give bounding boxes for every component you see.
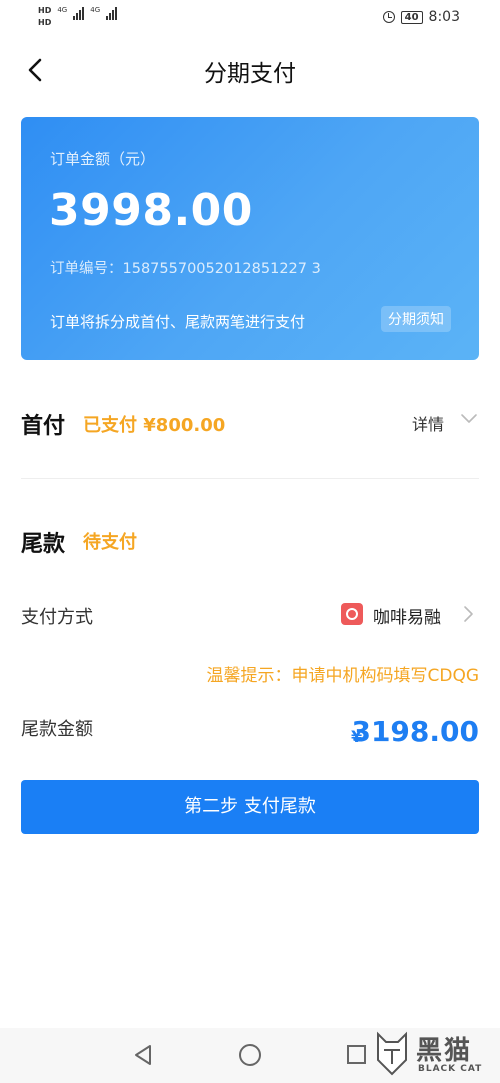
final-payment-title: 尾款 [21, 532, 66, 557]
signal-icon-1 [73, 6, 85, 20]
network-indicators: HD HD 4G 4G [38, 6, 118, 27]
divider [21, 478, 479, 479]
hd-badge-1: HD [38, 6, 52, 15]
page-title: 分期支付 [204, 61, 296, 87]
chevron-down-icon[interactable] [460, 409, 478, 427]
warm-tip: 温馨提示：申请中机构码填写CDQG [206, 666, 479, 686]
signal-icon-2 [106, 6, 118, 20]
status-bar: HD HD 4G 4G 40 8:03 [0, 0, 500, 36]
payment-method-label: 支付方式 [21, 607, 93, 628]
down-payment-status: 已支付 ¥800.00 [83, 415, 226, 436]
black-cat-watermark: 黑猫 BLACK CAT [372, 1028, 496, 1083]
order-number: 订单编号：15875570052012851227 3 [50, 261, 321, 277]
network-type-1: 4G [57, 6, 68, 14]
nav-recents-icon[interactable] [347, 1045, 366, 1064]
watermark-en: BLACK CAT [418, 1064, 483, 1074]
down-payment-title: 首付 [21, 414, 66, 439]
order-amount: 3998.00 [49, 185, 253, 236]
order-summary-card: 订单金额（元） 3998.00 订单编号：1587557005201285122… [21, 117, 479, 360]
details-link[interactable]: 详情 [412, 411, 444, 435]
pay-final-button[interactable]: 第二步 支付尾款 [21, 780, 479, 834]
cat-logo-icon [377, 1031, 407, 1076]
installment-notice-button[interactable]: 分期须知 [381, 306, 451, 332]
final-payment-status: 待支付 [83, 532, 137, 553]
kafei-yirong-logo-icon [341, 603, 363, 625]
network-type-2: 4G [90, 6, 101, 14]
watermark-cn: 黑猫 [416, 1036, 473, 1066]
hd-badge-2: HD [38, 18, 52, 27]
alarm-icon [382, 11, 395, 23]
nav-bar: 分期支付 [0, 36, 500, 106]
final-amount: 3198.00 [351, 715, 479, 748]
order-amount-label: 订单金额（元） [50, 150, 156, 168]
battery-icon: 40 [400, 10, 423, 24]
final-amount-label: 尾款金额 [21, 719, 93, 740]
nav-back-icon[interactable] [132, 1044, 154, 1066]
split-note: 订单将拆分成首付、尾款两笔进行支付 [50, 313, 306, 331]
nav-home-icon[interactable] [239, 1044, 261, 1066]
payment-method-name[interactable]: 咖啡易融 [373, 603, 441, 628]
chevron-right-icon[interactable] [461, 604, 475, 624]
clock: 8:03 [428, 9, 460, 25]
